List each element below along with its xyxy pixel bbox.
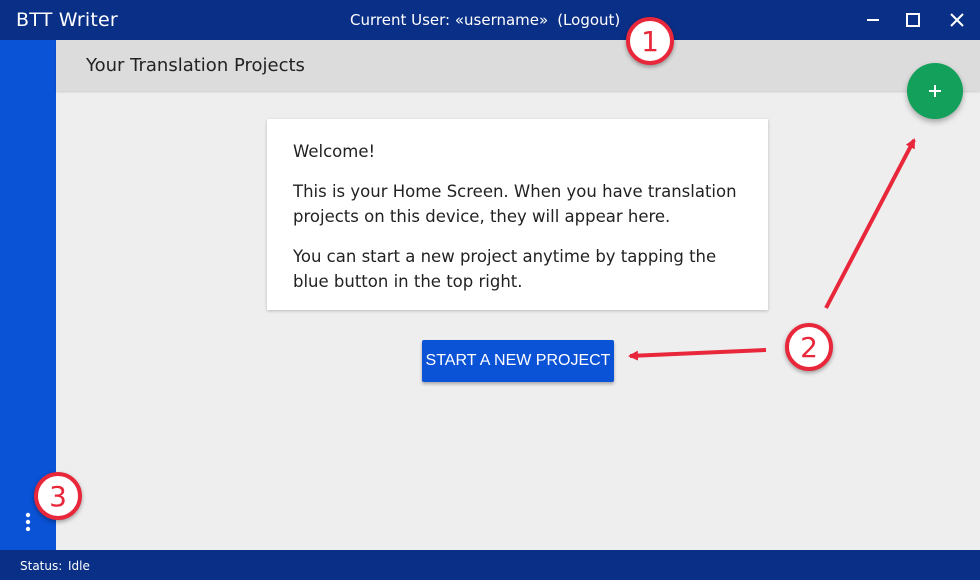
logout-link[interactable]: (Logout)	[557, 11, 620, 29]
arrow-to-fab	[824, 138, 916, 309]
maximize-icon	[906, 13, 920, 27]
current-user-label: Current User: «username»	[350, 11, 549, 29]
start-new-project-button[interactable]: START A NEW PROJECT	[422, 340, 614, 382]
add-project-fab[interactable]	[907, 63, 963, 119]
app-window: BTT Writer Current User: «username» (Logo…	[0, 0, 980, 580]
welcome-heading: Welcome!	[293, 142, 376, 161]
welcome-paragraph-1: This is your Home Screen. When you have …	[293, 182, 737, 226]
page-header: Your Translation Projects	[56, 40, 980, 91]
close-icon	[950, 13, 964, 27]
welcome-card: Welcome! This is your Home Screen. When …	[267, 119, 768, 310]
more-options-button[interactable]	[18, 510, 38, 534]
app-title: BTT Writer	[16, 9, 118, 31]
arrow-to-start-button	[628, 348, 767, 361]
status-bar: Status: Idle	[0, 550, 980, 580]
user-area: Current User: «username» (Logout)	[350, 11, 620, 29]
page-title: Your Translation Projects	[86, 55, 305, 76]
plus-icon	[929, 85, 941, 97]
minimize-icon	[867, 19, 879, 21]
annotation-callout-3: 3	[34, 472, 82, 520]
close-button[interactable]	[945, 8, 969, 32]
vertical-dots-icon	[25, 512, 31, 532]
welcome-paragraph-2: You can start a new project anytime by t…	[293, 247, 717, 291]
minimize-button[interactable]	[861, 8, 885, 32]
title-bar: BTT Writer Current User: «username» (Logo…	[0, 0, 980, 40]
status-label: Status:	[20, 559, 63, 573]
annotation-callout-2: 2	[785, 323, 833, 371]
maximize-button[interactable]	[901, 8, 925, 32]
status-value: Idle	[68, 559, 90, 573]
annotation-callout-1: 1	[626, 17, 674, 65]
